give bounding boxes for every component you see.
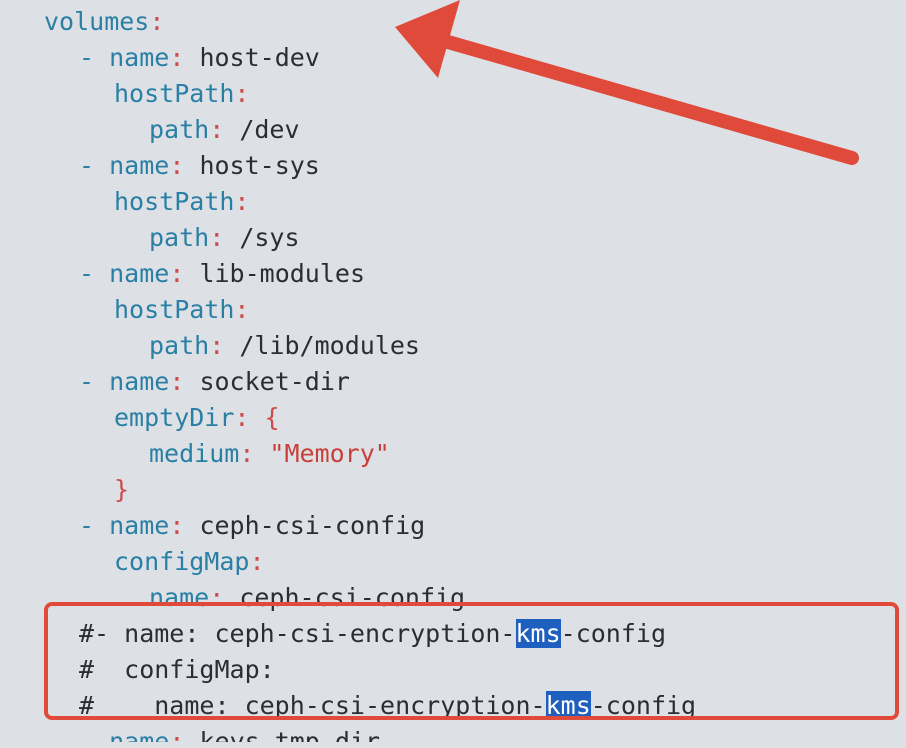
code-token: host-sys xyxy=(184,151,320,180)
code-line: path: /dev xyxy=(149,112,300,148)
code-token: : xyxy=(169,511,185,540)
code-token: keys-tmp-dir xyxy=(184,727,381,748)
code-line: configMap: xyxy=(114,544,265,580)
code-token: ceph-csi-config xyxy=(184,511,426,540)
code-token: : xyxy=(209,115,225,144)
code-token: /sys xyxy=(224,223,300,252)
code-token: : xyxy=(234,403,250,432)
code-line: - name: host-sys xyxy=(79,148,320,184)
code-line: - name: socket-dir xyxy=(79,364,350,400)
code-editor: volumes: - name: host-dev hostPath: path: /… xyxy=(0,0,906,748)
code-token: : xyxy=(169,43,185,72)
code-token: : xyxy=(209,223,225,252)
code-token: - xyxy=(79,367,110,396)
code-token: emptyDir xyxy=(114,403,235,432)
code-token: path xyxy=(149,223,210,252)
code-token: medium xyxy=(149,439,240,468)
code-token: hostPath xyxy=(114,187,235,216)
code-token: hostPath xyxy=(114,79,235,108)
code-token: name xyxy=(109,43,170,72)
code-token: "Memory" xyxy=(254,439,390,468)
code-token: : xyxy=(149,7,165,36)
code-line: hostPath: xyxy=(114,76,249,112)
code-line: path: /sys xyxy=(149,220,300,256)
code-token: path xyxy=(149,331,210,360)
code-token: name xyxy=(109,511,170,540)
code-token: - xyxy=(79,151,110,180)
code-token: : xyxy=(234,79,250,108)
code-token: : xyxy=(234,295,250,324)
code-token: name xyxy=(109,259,170,288)
code-token: : xyxy=(239,439,255,468)
code-line: hostPath: xyxy=(114,184,249,220)
code-line: - name: host-dev xyxy=(79,40,320,76)
arrow-head xyxy=(395,0,460,78)
highlight-box xyxy=(44,602,899,720)
code-token: /lib/modules xyxy=(224,331,420,360)
code-token: : xyxy=(169,367,185,396)
code-token: /dev xyxy=(224,115,300,144)
code-token: : xyxy=(234,187,250,216)
code-token: host-dev xyxy=(184,43,320,72)
code-token: - xyxy=(79,727,110,748)
code-token: socket-dir xyxy=(184,367,350,396)
code-token: { xyxy=(249,403,280,432)
code-line: } xyxy=(114,472,129,508)
code-line: hostPath: xyxy=(114,292,249,328)
code-line: - name: lib-modules xyxy=(79,256,365,292)
code-line: - name: keys-tmp-dir xyxy=(79,724,381,748)
code-token: configMap xyxy=(114,547,250,576)
code-token: lib-modules xyxy=(184,259,366,288)
code-token: : xyxy=(249,547,265,576)
code-token: : xyxy=(209,331,225,360)
code-line: path: /lib/modules xyxy=(149,328,420,364)
code-token: name xyxy=(109,367,170,396)
code-token: - xyxy=(79,259,110,288)
code-line: volumes: xyxy=(44,4,164,40)
code-token: hostPath xyxy=(114,295,235,324)
code-token: name xyxy=(109,727,170,748)
code-token: : xyxy=(169,259,185,288)
code-token: } xyxy=(114,475,130,504)
code-token: name xyxy=(109,151,170,180)
code-line: medium: "Memory" xyxy=(149,436,390,472)
code-line: emptyDir: { xyxy=(114,400,280,436)
code-token: volumes xyxy=(44,7,150,36)
code-token: - xyxy=(79,43,110,72)
code-token: - xyxy=(79,511,110,540)
code-line: - name: ceph-csi-config xyxy=(79,508,425,544)
code-token: : xyxy=(169,727,185,748)
arrow-shaft xyxy=(441,35,859,165)
code-token: : xyxy=(169,151,185,180)
code-token: path xyxy=(149,115,210,144)
